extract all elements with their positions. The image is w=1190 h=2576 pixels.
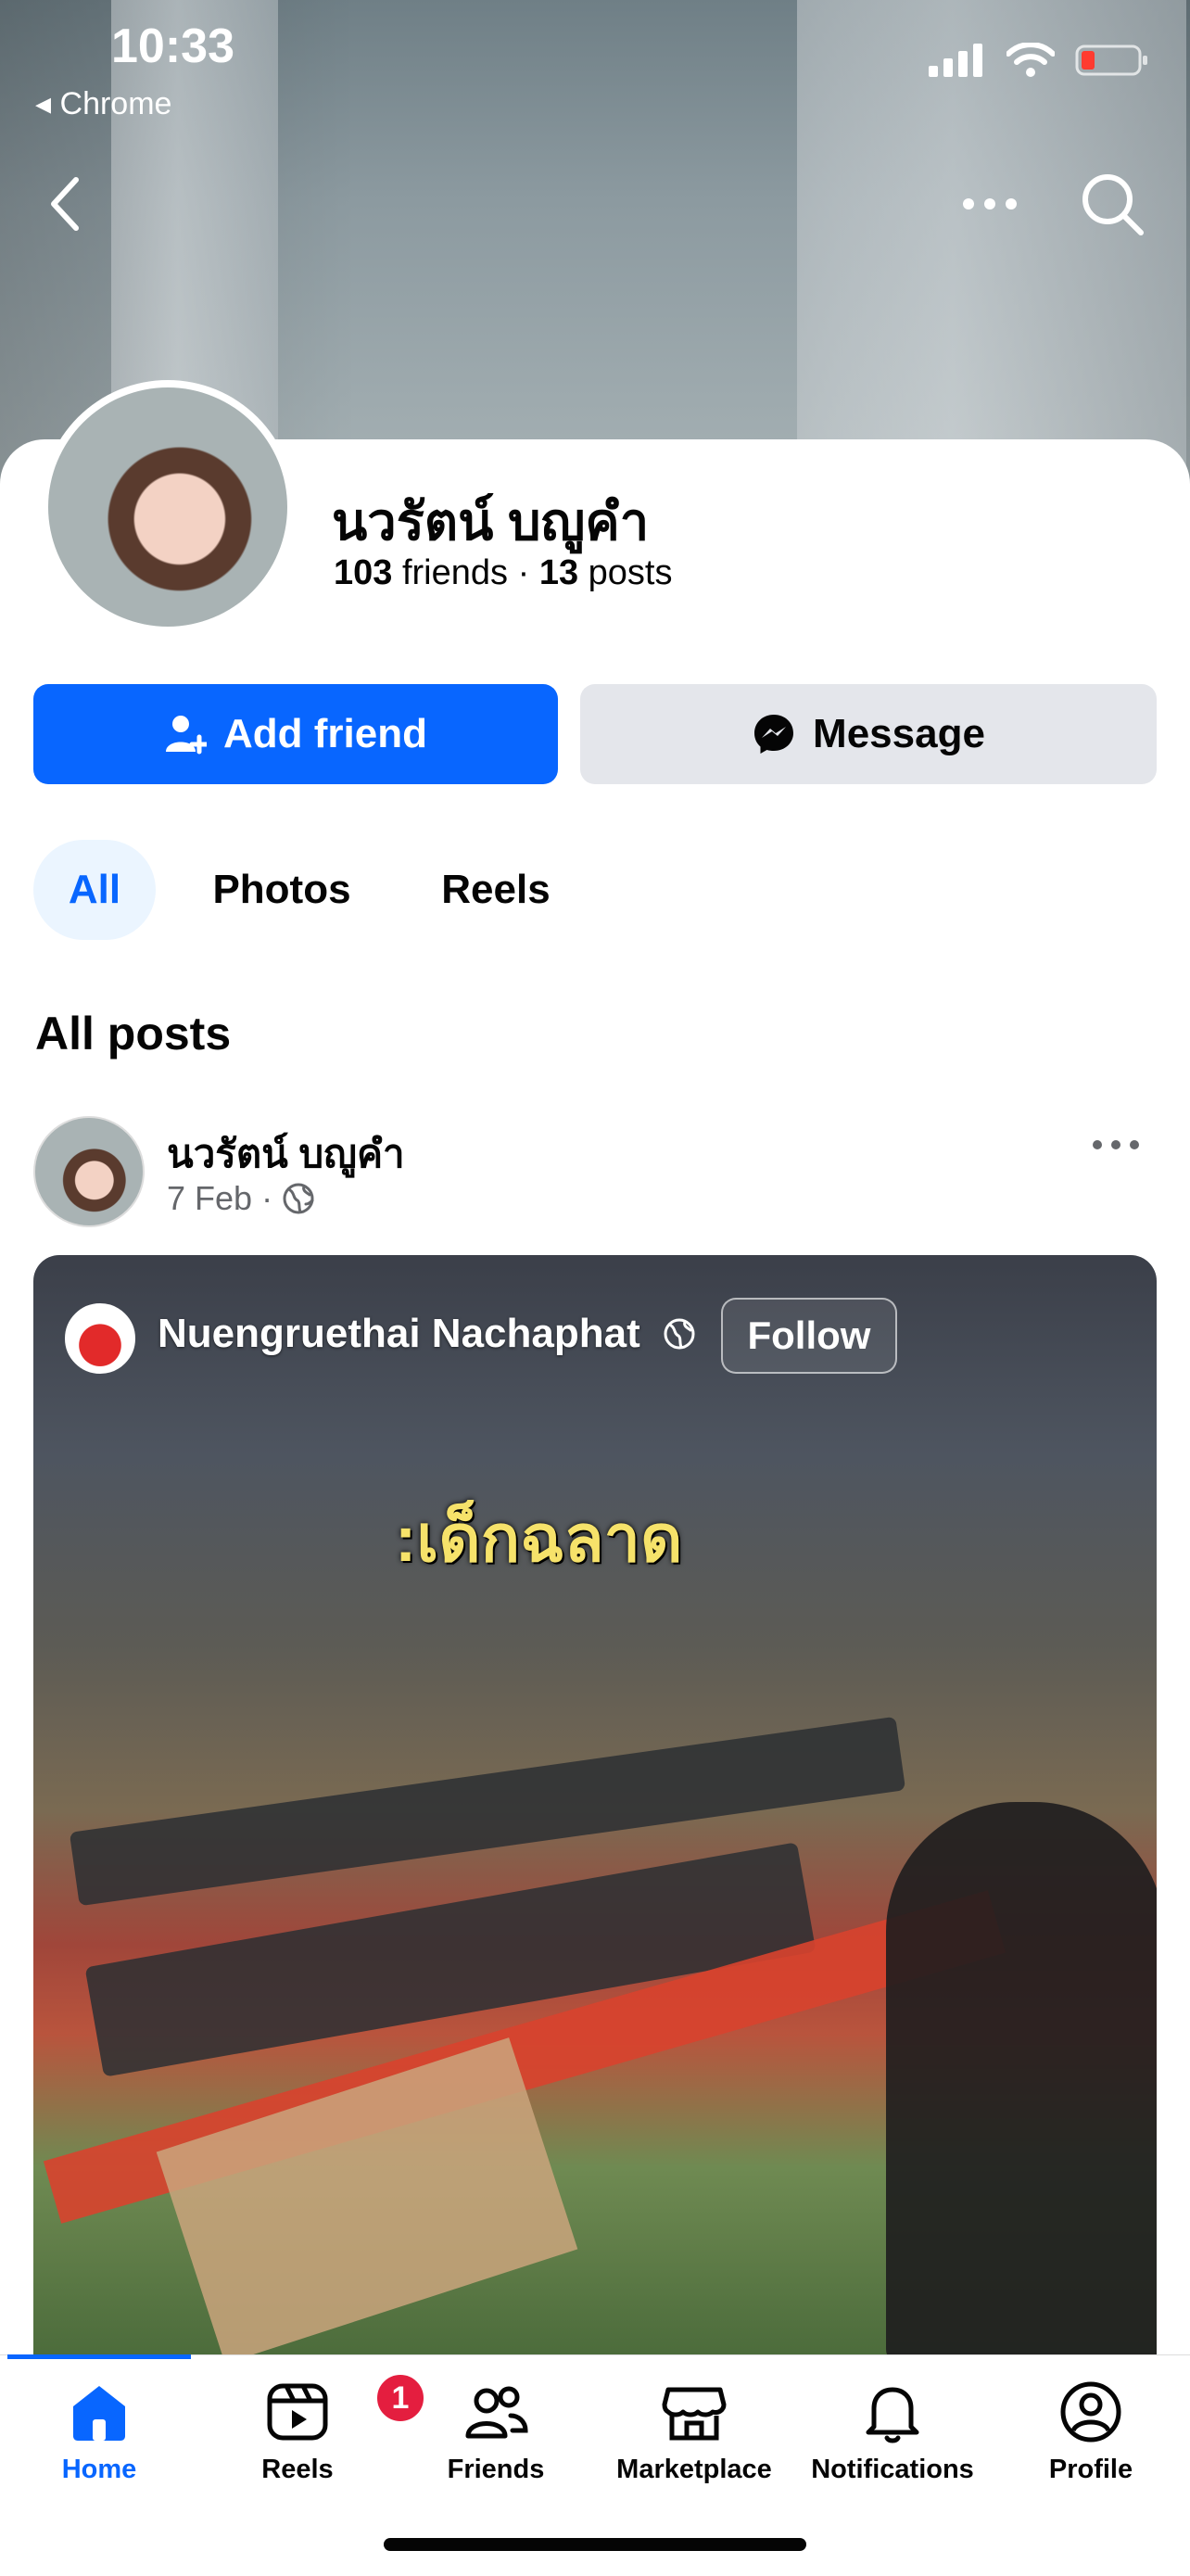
back-to-app-link[interactable]: ◂ Chrome [35,85,171,122]
message-button[interactable]: Message [580,684,1157,784]
post-meta-dot: · [261,1179,273,1217]
add-person-icon [166,716,207,755]
globe-icon [664,1318,695,1350]
video-caption-overlay: :เด็กฉลาด [395,1503,683,1575]
shared-author-label: Nuengruethai Nachaphat [158,1311,640,1356]
back-button[interactable] [28,167,102,241]
reels-icon [267,2383,328,2441]
search-icon [1082,174,1144,235]
wifi-icon [1006,43,1055,77]
home-indicator [384,2538,806,2551]
profile-avatar-image [48,387,287,627]
tab-reels[interactable]: Reels [419,840,573,940]
add-friend-label: Add friend [223,711,427,756]
posts-label: posts [588,553,673,592]
nav-active-indicator [7,2354,191,2359]
post-media[interactable]: :เด็กฉลาด Nuengruethai Nachaphat Follow [33,1255,1157,2367]
nav-friends-label: Friends [447,2455,545,2484]
cellular-signal-icon [929,44,982,77]
search-button[interactable] [1075,167,1149,241]
price-sign [156,2037,578,2364]
nav-home[interactable]: Home [0,2379,198,2485]
nav-marketplace[interactable]: Marketplace [595,2379,793,2485]
status-icons [929,43,1149,78]
more-horizontal-icon [1093,1140,1139,1149]
messenger-icon [754,715,794,754]
post-more-button[interactable] [1079,1122,1153,1168]
nav-home-label: Home [61,2455,137,2484]
add-friend-button[interactable]: Add friend [33,684,558,784]
shared-author-avatar[interactable] [65,1303,135,1374]
marketplace-icon [662,2387,727,2441]
globe-icon [283,1183,314,1214]
more-horizontal-icon [963,198,1017,209]
shared-author-name[interactable]: Nuengruethai Nachaphat [158,1311,696,1357]
nav-notifications-label: Notifications [811,2455,974,2484]
child-figure [886,1802,1157,2367]
friends-icon [465,2386,528,2439]
friends-label[interactable]: friends [402,553,508,592]
more-options-button[interactable] [953,167,1027,241]
stats-separator: · [517,553,530,592]
message-label: Message [813,711,985,756]
section-title: All posts [35,1008,232,1060]
nav-notifications[interactable]: Notifications [793,2379,992,2485]
follow-button[interactable]: Follow [721,1298,897,1374]
nav-reels[interactable]: 1 Reels [198,2371,427,2485]
profile-icon [1060,2381,1121,2443]
nav-profile[interactable]: Profile [992,2379,1190,2485]
nav-reels-icon-wrap: 1 [264,2371,427,2445]
nav-friends[interactable]: Friends [397,2379,595,2485]
nav-marketplace-label: Marketplace [616,2455,772,2484]
profile-avatar[interactable] [41,380,295,634]
post-author-name[interactable]: นวรัตน์ บญูคำ [167,1123,405,1185]
nav-profile-label: Profile [1048,2455,1133,2484]
profile-stats: 103 friends · 13 posts [334,553,672,593]
post-date[interactable]: 7 Feb [167,1179,252,1218]
battery-icon [1075,44,1147,76]
post-author-avatar[interactable] [33,1116,145,1227]
posts-count: 13 [538,553,579,592]
tab-all[interactable]: All [33,840,156,940]
nav-reels-label: Reels [261,2455,334,2484]
home-icon [73,2386,125,2441]
bell-icon [866,2387,919,2443]
chevron-left-icon [51,177,79,231]
profile-name: นวรัตน์ บญูคำ [332,492,650,551]
status-time: 10:33 [111,19,234,73]
tab-photos[interactable]: Photos [189,840,374,940]
friends-count[interactable]: 103 [334,553,392,592]
post-meta: 7 Feb · [167,1179,315,1218]
